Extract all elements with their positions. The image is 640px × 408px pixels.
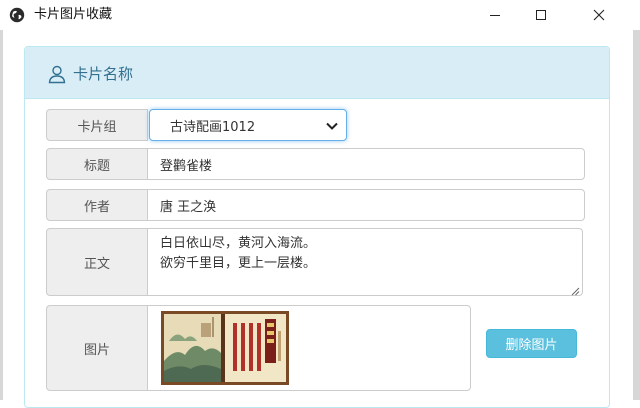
author-label: 作者 [46, 189, 148, 221]
body-textarea[interactable]: 白日依山尽，黄河入海流。 欲穷千里目，更上一层楼。 [147, 228, 583, 296]
chevron-down-icon [325, 119, 339, 133]
image-label: 图片 [46, 305, 148, 391]
title-bar: 卡片图片收藏 [0, 0, 640, 31]
body-line: 白日依山尽，黄河入海流。 [160, 236, 317, 251]
card-panel: 卡片名称 卡片组 古诗配画1012 标题 登鹳雀楼 作者 唐 王之涣 正文 白日… [24, 46, 610, 408]
maximize-button[interactable] [518, 0, 564, 30]
image-box [147, 305, 471, 391]
card-group-value: 古诗配画1012 [170, 119, 256, 135]
body-line: 欲穷千里目，更上一层楼。 [160, 256, 317, 271]
title-input[interactable]: 登鹳雀楼 [147, 148, 585, 180]
card-image [161, 311, 289, 385]
card-group-select[interactable]: 古诗配画1012 [149, 109, 347, 141]
window-title: 卡片图片收藏 [34, 7, 113, 22]
panel-heading: 卡片名称 [25, 47, 609, 99]
author-value: 唐 王之涣 [160, 199, 217, 215]
globe-icon [9, 7, 25, 23]
card-group-label: 卡片组 [46, 109, 148, 141]
title-label: 标题 [46, 148, 148, 180]
window-frame-right [633, 30, 640, 400]
resize-handle-icon[interactable] [570, 283, 580, 296]
title-value: 登鹳雀楼 [160, 158, 213, 174]
author-input[interactable]: 唐 王之涣 [147, 189, 585, 221]
window-content: 卡片名称 卡片组 古诗配画1012 标题 登鹳雀楼 作者 唐 王之涣 正文 白日… [3, 30, 633, 408]
panel-title: 卡片名称 [73, 65, 134, 83]
delete-image-button[interactable]: 删除图片 [486, 329, 577, 358]
user-icon [47, 64, 67, 84]
maximize-icon [535, 6, 547, 25]
minimize-icon [489, 6, 501, 25]
body-label: 正文 [46, 228, 148, 296]
close-icon [593, 6, 605, 25]
close-button[interactable] [576, 0, 622, 30]
minimize-button[interactable] [472, 0, 518, 30]
